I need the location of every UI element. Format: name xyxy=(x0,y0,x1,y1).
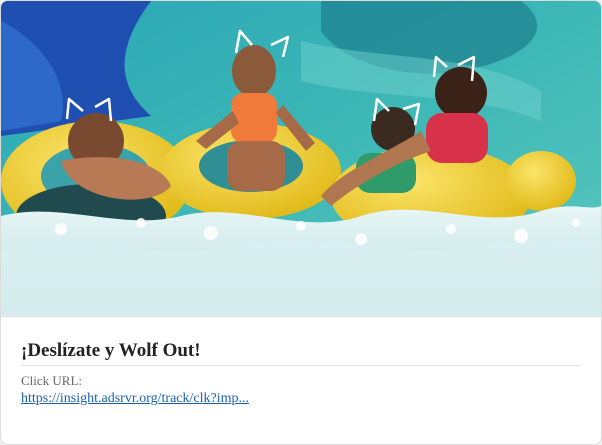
ad-card: ¡Deslízate y Wolf Out! Click URL: https:… xyxy=(0,0,602,445)
ad-title: ¡Deslízate y Wolf Out! xyxy=(21,340,201,361)
image-divider xyxy=(1,316,601,317)
click-url-link[interactable]: https://insight.adsrvr.org/track/clk?imp… xyxy=(21,391,249,407)
title-divider xyxy=(21,365,581,366)
ad-image[interactable] xyxy=(1,1,601,316)
click-url-label: Click URL: xyxy=(21,373,83,388)
